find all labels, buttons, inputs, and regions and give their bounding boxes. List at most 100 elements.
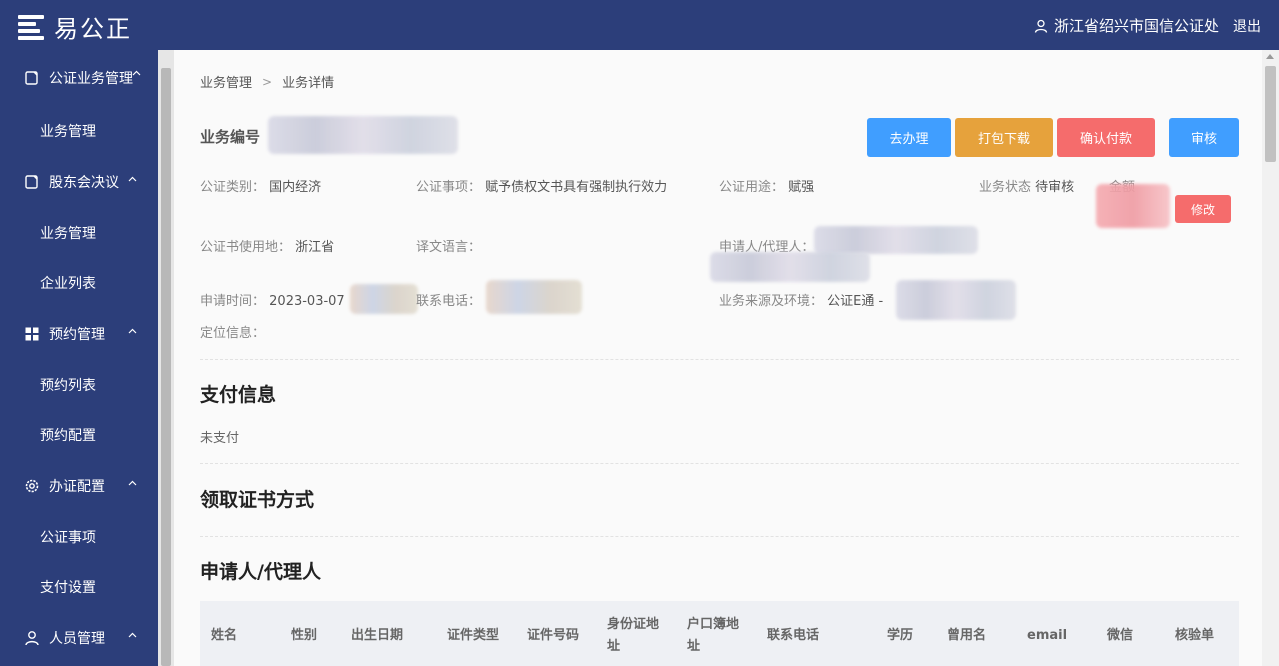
sidebar-group-certificate-config[interactable]: 办证配置 <box>0 460 158 512</box>
column-header: 户口簿地址 <box>687 617 740 654</box>
main-content: 业务管理 > 业务详情 业务编号 去办理 打包下载 确认付款 审核 公证类别： … <box>174 50 1262 666</box>
column-header: 证件类型 <box>447 628 500 643</box>
app-logo[interactable]: 易公正 <box>18 9 132 44</box>
sidebar-group-appointment[interactable]: 预约管理 <box>0 308 158 360</box>
field-label: 联系电话： <box>416 294 482 309</box>
field-use: 公证用途： 赋强 <box>719 176 814 195</box>
sidebar-group-label: 公证业务管理 <box>49 71 133 87</box>
redacted-business-number <box>268 116 458 154</box>
sidebar-group-label: 股东会决议 <box>49 175 119 191</box>
sidebar-group-label: 预约管理 <box>49 327 105 343</box>
confirm-payment-button[interactable]: 确认付款 <box>1057 118 1155 157</box>
field-value: 国内经济 <box>269 180 322 195</box>
sidebar-group-personnel[interactable]: 人员管理 <box>0 612 158 664</box>
field-value: 待审核 <box>1035 180 1075 195</box>
field-geo: 定位信息： <box>200 322 265 341</box>
logout-link[interactable]: 退出 <box>1233 16 1261 36</box>
sidebar-item-payment-settings[interactable]: 支付设置 <box>0 562 158 612</box>
field-phone: 联系电话： <box>416 290 481 309</box>
pack-download-button[interactable]: 打包下载 <box>955 118 1053 157</box>
column-header: 学历 <box>887 628 914 643</box>
chevron-up-icon <box>128 328 137 334</box>
chevron-right-icon: > <box>262 74 273 89</box>
handle-button[interactable]: 去办理 <box>867 118 951 157</box>
sidebar-group-label: 办证配置 <box>49 479 105 495</box>
applicant-table-header: 姓名 性别 出生日期 证件类型 证件号码 身份证地址 户口簿地址 联系电话 学历… <box>200 601 1239 666</box>
field-value: 公证E通 - <box>827 294 884 309</box>
sidebar-item-business-management-2[interactable]: 业务管理 <box>0 208 158 258</box>
field-value: 2023-03-07 <box>269 294 345 309</box>
divider <box>200 536 1239 537</box>
redacted-amount <box>1096 184 1170 228</box>
column-header: 曾用名 <box>947 628 987 643</box>
divider <box>200 359 1239 360</box>
sidebar-scrollbar-thumb[interactable] <box>161 68 171 666</box>
sidebar-group-shareholder-resolution[interactable]: 股东会决议 <box>0 156 158 208</box>
chevron-up-icon <box>128 480 137 486</box>
field-label: 定位信息： <box>200 326 266 341</box>
column-header: 证件号码 <box>527 628 580 643</box>
edit-amount-button[interactable]: 修改 <box>1175 195 1231 223</box>
sidebar-item-company-list[interactable]: 企业列表 <box>0 258 158 308</box>
redacted-apply-time <box>350 284 418 314</box>
field-source: 业务来源及环境： 公证E通 - <box>719 290 883 309</box>
sidebar-item-appointment-list[interactable]: 预约列表 <box>0 360 158 410</box>
field-label: 公证书使用地： <box>200 240 292 255</box>
column-header: 联系电话 <box>767 628 820 643</box>
payment-status: 未支付 <box>200 431 240 446</box>
user-icon <box>1034 19 1048 33</box>
main-scrollbar-thumb[interactable] <box>1265 66 1276 162</box>
user-icon <box>25 631 39 646</box>
field-label: 译文语言： <box>416 240 482 255</box>
column-header: 核验单 <box>1175 628 1215 643</box>
sidebar: 公证业务管理 业务管理 股东会决议 业务管理 企业列表 预约管理 预约列表 预约… <box>0 50 158 666</box>
field-apply-time: 申请时间： 2023-03-07 <box>200 290 345 309</box>
column-header: 微信 <box>1107 628 1134 643</box>
field-status: 业务状态 待审核 <box>979 176 1074 195</box>
column-header: 出生日期 <box>351 628 404 643</box>
user-name: 浙江省绍兴市国信公证处 <box>1053 17 1219 35</box>
column-header: email <box>1027 628 1068 643</box>
breadcrumb: 业务管理 > 业务详情 <box>200 72 335 92</box>
chevron-up-icon <box>128 632 137 638</box>
field-value: 赋予债权文书具有强制执行效力 <box>485 180 668 195</box>
sidebar-item-notary-matters[interactable]: 公证事项 <box>0 512 158 562</box>
column-header: 姓名 <box>211 628 238 643</box>
breadcrumb-root[interactable]: 业务管理 <box>200 72 252 91</box>
document-icon <box>25 175 38 189</box>
document-icon <box>25 71 38 85</box>
field-location: 公证书使用地： 浙江省 <box>200 236 334 255</box>
grid-icon <box>25 327 39 341</box>
main-scrollbar[interactable] <box>1262 50 1279 666</box>
divider <box>200 463 1239 464</box>
breadcrumb-current: 业务详情 <box>282 76 335 91</box>
sidebar-item-appointment-config[interactable]: 预约配置 <box>0 410 158 460</box>
field-label: 公证事项： <box>416 180 482 195</box>
field-category: 公证类别： 国内经济 <box>200 176 321 195</box>
top-bar: 易公正 浙江省绍兴市国信公证处 退出 <box>0 0 1279 50</box>
sidebar-item-business-management[interactable]: 业务管理 <box>0 106 158 156</box>
field-value: 浙江省 <box>295 240 335 255</box>
redacted-applicant-2 <box>710 252 870 282</box>
redacted-source <box>896 280 1016 320</box>
chevron-up-icon <box>132 70 141 76</box>
sidebar-scrollbar[interactable] <box>158 50 174 666</box>
column-header: 性别 <box>291 628 318 643</box>
audit-button[interactable]: 审核 <box>1169 118 1239 157</box>
field-label: 公证类别： <box>200 180 266 195</box>
certificate-section-title: 领取证书方式 <box>200 489 315 511</box>
business-number-label: 业务编号 <box>200 128 261 146</box>
field-label: 公证用途： <box>719 180 785 195</box>
field-translation: 译文语言： <box>416 236 481 255</box>
field-value: 赋强 <box>788 180 815 195</box>
logo-icon <box>18 13 46 41</box>
scroll-up-icon[interactable] <box>1266 54 1274 59</box>
logo-text: 易公正 <box>54 15 132 43</box>
redacted-applicant <box>814 226 978 254</box>
sidebar-group-label: 人员管理 <box>49 631 105 647</box>
sidebar-group-notary-business[interactable]: 公证业务管理 <box>0 50 158 106</box>
payment-section-title: 支付信息 <box>200 384 277 406</box>
applicant-section-title: 申请人/代理人 <box>200 561 321 583</box>
field-label: 业务来源及环境： <box>719 294 824 309</box>
gear-icon <box>25 479 39 493</box>
